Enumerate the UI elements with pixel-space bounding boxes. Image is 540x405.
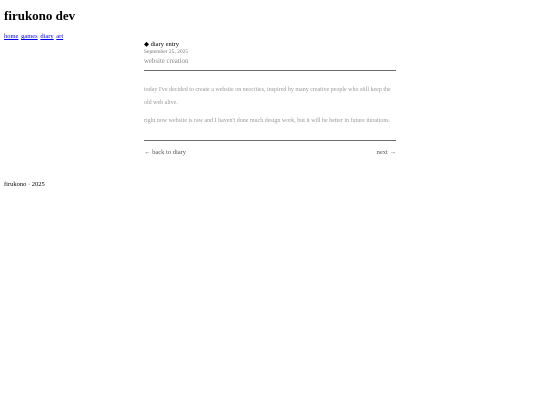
next-entry-link[interactable]: next → — [377, 149, 396, 157]
diary-entry: ◆ diary entry September 25, 2025 website… — [144, 41, 396, 157]
entry-paragraph: right now website is raw and I haven't d… — [144, 118, 391, 124]
entry-paragraph: today I've decided to create a website o… — [144, 87, 391, 106]
entry-body: today I've decided to create a website o… — [144, 84, 396, 128]
entry-date: September 25, 2025 — [144, 49, 189, 55]
entry-title: website creation — [144, 58, 189, 65]
entry-kind-label: ◆ diary entry — [144, 41, 179, 48]
nav-link-home[interactable]: home — [4, 33, 18, 40]
entry-pager: ← back to diary next → — [144, 149, 396, 157]
site-footer: firukono · 2025 — [4, 181, 45, 188]
nav-link-diary[interactable]: diary — [40, 33, 53, 40]
nav-link-games[interactable]: games — [21, 33, 38, 40]
nav-link-art[interactable]: art — [56, 33, 63, 40]
page: firukono dev home games diary art ◆ diar… — [0, 0, 540, 405]
divider-top — [144, 70, 396, 71]
divider-bottom — [144, 139, 396, 141]
site-title: firukono dev — [4, 8, 76, 23]
back-to-diary-link[interactable]: ← back to diary — [144, 149, 186, 157]
main-nav: home games diary art — [4, 33, 64, 41]
